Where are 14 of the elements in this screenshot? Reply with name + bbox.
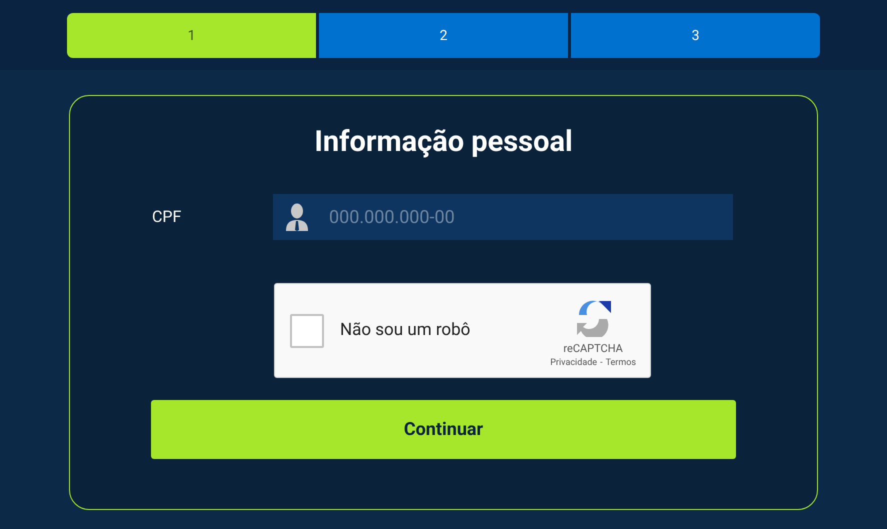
privacy-link[interactable]: Privacidade: [550, 357, 598, 370]
captcha-checkbox[interactable]: [290, 314, 324, 348]
form-title: Informação pessoal: [314, 124, 573, 161]
recaptcha-brand: reCAPTCHA: [563, 340, 623, 356]
step-tab[interactable]: 3: [571, 13, 820, 58]
link-separator: -: [600, 357, 603, 370]
field-label: CPF: [152, 206, 182, 228]
captcha-label: Não sou um robô: [340, 318, 472, 342]
terms-link[interactable]: Termos: [606, 357, 636, 370]
step-tab[interactable]: 2: [319, 13, 568, 58]
person-icon: [285, 203, 309, 231]
step-tab[interactable]: 1: [67, 13, 316, 58]
continue-button[interactable]: Continuar: [151, 400, 736, 459]
cpf-input-field[interactable]: 000.000.000-00: [273, 194, 733, 240]
